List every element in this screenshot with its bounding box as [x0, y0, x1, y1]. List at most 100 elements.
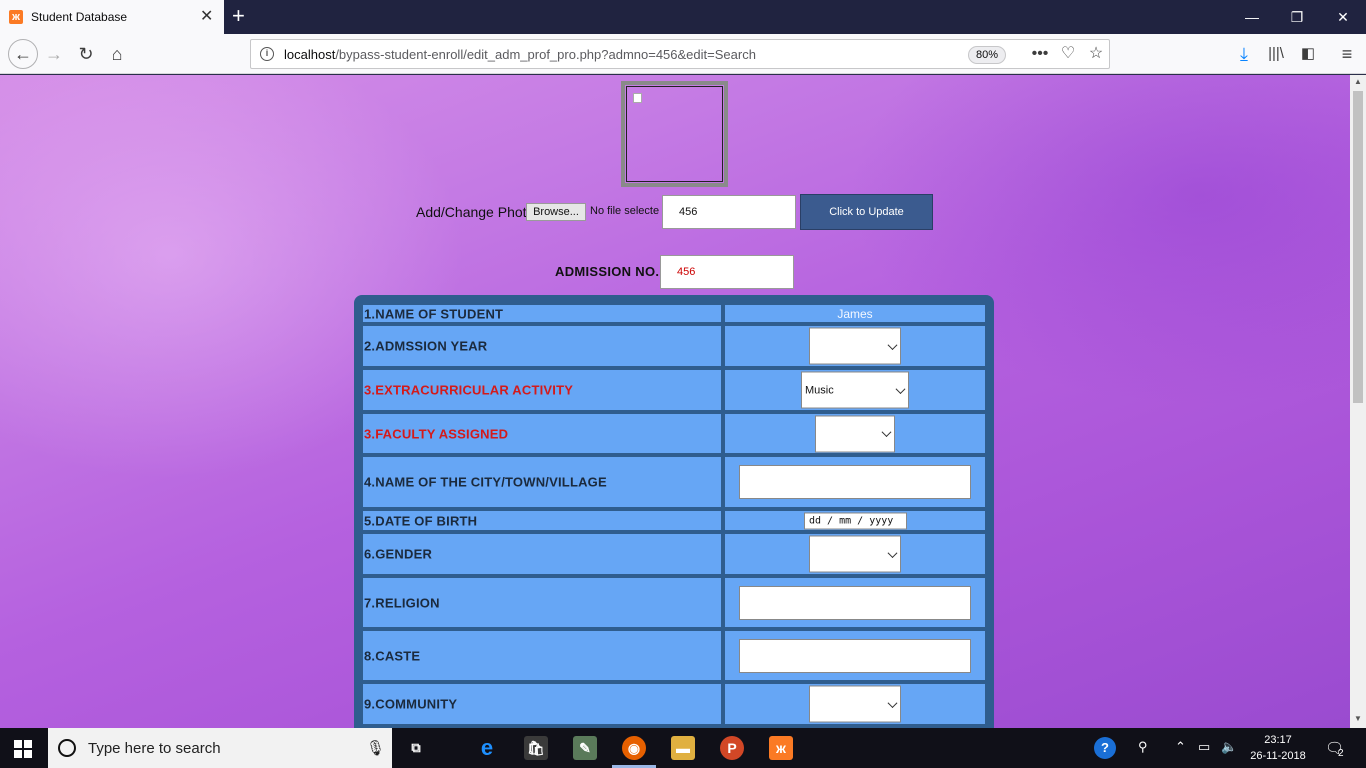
url-path: /bypass-student-enroll/edit_adm_prof_pro… [335, 47, 756, 62]
page-content: Add/Change Photo Browse... No file selec… [0, 75, 1350, 728]
row-faculty-assigned: 3.FACULTY ASSIGNED [363, 414, 985, 453]
student-name-value[interactable]: James [725, 307, 985, 321]
more-icon[interactable]: ••• [1030, 45, 1050, 63]
scroll-thumb[interactable] [1353, 91, 1363, 403]
label-cell: 7.RELIGION [363, 578, 721, 627]
new-tab-button[interactable]: + [232, 4, 245, 28]
home-icon[interactable]: ⌂ [105, 42, 129, 66]
label-cell: 3.FACULTY ASSIGNED [363, 414, 721, 453]
back-icon[interactable]: ← [8, 39, 38, 69]
download-icon[interactable]: ⤓ [1232, 42, 1256, 66]
label-cell: 3.EXTRACURRICULAR ACTIVITY [363, 370, 721, 410]
faculty-select[interactable] [815, 415, 895, 452]
taskbar-search[interactable]: Type here to search 🎙 [48, 728, 392, 768]
field-label: 5.DATE OF BIRTH [364, 513, 478, 528]
admission-year-select[interactable] [809, 327, 901, 365]
restore-button[interactable]: ❐ [1282, 7, 1312, 27]
pocket-icon[interactable]: ♡ [1058, 45, 1078, 63]
chevron-up-icon[interactable]: ⌃ [1175, 739, 1186, 755]
value-cell: dd / mm / yyyy [725, 511, 985, 530]
sidebar-icon[interactable]: ◧ [1296, 42, 1320, 66]
photo-upload-label: Add/Change Photo [416, 204, 535, 220]
broken-image-icon [633, 93, 642, 103]
clock-time: 23:17 [1264, 734, 1292, 746]
label-cell: 5.DATE OF BIRTH [363, 511, 721, 530]
label-cell: 9.COMMUNITY [363, 684, 721, 724]
update-button[interactable]: Click to Update [800, 194, 933, 230]
city-input[interactable] [739, 465, 971, 499]
people-icon[interactable]: ⚲ [1138, 739, 1148, 755]
scroll-up-icon[interactable]: ▲ [1350, 75, 1366, 89]
religion-input[interactable] [739, 585, 971, 620]
window-close-button[interactable]: ✕ [1328, 7, 1358, 27]
cortana-icon [58, 739, 76, 757]
battery-icon[interactable]: ▭ [1198, 739, 1210, 755]
tab-close-icon[interactable]: ✕ [200, 7, 213, 27]
forward-icon[interactable]: → [42, 42, 66, 66]
tab-bar: ж Student Database ✕ + — ❐ ✕ [0, 0, 1366, 34]
value-cell [725, 326, 985, 366]
volume-icon[interactable]: 🔈 [1221, 739, 1237, 755]
windows-start-icon[interactable] [14, 740, 32, 758]
student-photo [621, 81, 728, 187]
row-extracurricular: 3.EXTRACURRICULAR ACTIVITY Music [363, 370, 985, 410]
value-cell [725, 414, 985, 453]
row-name-of-student: 1.NAME OF STUDENT James [363, 305, 985, 322]
library-icon[interactable]: |||\ [1264, 42, 1288, 66]
field-label: 3.EXTRACURRICULAR ACTIVITY [364, 382, 574, 398]
edge-icon[interactable]: e [475, 736, 499, 760]
minimize-button[interactable]: — [1237, 7, 1267, 27]
chevron-down-icon [887, 547, 898, 558]
scroll-down-icon[interactable]: ▼ [1350, 712, 1366, 726]
label-cell: 1.NAME OF STUDENT [363, 305, 721, 322]
task-view-icon[interactable]: ⧉ [404, 736, 428, 760]
dob-input[interactable]: dd / mm / yyyy [804, 512, 907, 529]
microphone-icon[interactable]: 🎙 [366, 739, 385, 757]
menu-icon[interactable]: ≡ [1335, 42, 1359, 66]
gender-select[interactable] [809, 535, 901, 573]
admission-no-input[interactable]: 456 [660, 255, 794, 289]
photo-admno-input[interactable]: 456 [662, 195, 796, 229]
no-file-text: No file selecte [590, 205, 660, 217]
value-cell: James [725, 305, 985, 322]
caste-input[interactable] [739, 638, 971, 673]
star-icon[interactable]: ☆ [1086, 45, 1106, 63]
url-bar[interactable]: i localhost/bypass-student-enroll/edit_a… [250, 39, 1110, 69]
row-admission-year: 2.ADMSSION YEAR [363, 326, 985, 366]
photo-border [626, 86, 723, 182]
value-cell [725, 631, 985, 680]
field-label: 7.RELIGION [364, 595, 440, 610]
notification-count: 2 [1338, 748, 1344, 759]
value-cell: Music [725, 370, 985, 410]
field-label: 1.NAME OF STUDENT [364, 306, 504, 321]
extracurricular-select[interactable]: Music [801, 371, 909, 409]
taskbar-clock[interactable]: 23:17 26-11-2018 [1248, 732, 1308, 764]
file-explorer-icon[interactable]: ▬ [671, 736, 695, 760]
firefox-icon[interactable]: ◉ [622, 736, 646, 760]
community-select[interactable] [809, 685, 901, 723]
field-label: 8.CASTE [364, 648, 421, 663]
zoom-indicator[interactable]: 80% [968, 46, 1006, 64]
reload-icon[interactable]: ↻ [74, 42, 98, 66]
value-cell [725, 578, 985, 627]
navigation-toolbar: ← → ↻ ⌂ i localhost/bypass-student-enrol… [0, 34, 1366, 74]
label-cell: 2.ADMSSION YEAR [363, 326, 721, 366]
powerpoint-icon[interactable]: P [720, 736, 744, 760]
info-icon[interactable]: i [260, 47, 274, 61]
value-cell [725, 457, 985, 507]
tab-student-database[interactable]: ж Student Database ✕ [0, 0, 224, 34]
label-cell: 6.GENDER [363, 534, 721, 574]
browse-button[interactable]: Browse... [526, 203, 586, 221]
search-placeholder: Type here to search [88, 740, 221, 757]
page-scrollbar[interactable]: ▲ ▼ [1350, 75, 1366, 728]
xampp-icon[interactable]: ж [769, 736, 793, 760]
url-text[interactable]: localhost/bypass-student-enroll/edit_adm… [284, 47, 756, 62]
label-cell: 8.CASTE [363, 631, 721, 680]
store-icon[interactable]: 🛍 [524, 736, 548, 760]
help-icon[interactable]: ? [1094, 737, 1116, 759]
tab-title: Student Database [31, 10, 128, 24]
label-cell: 4.NAME OF THE CITY/TOWN/VILLAGE [363, 457, 721, 507]
evernote-icon[interactable]: ✎ [573, 736, 597, 760]
chevron-down-icon [895, 383, 906, 394]
row-caste: 8.CASTE [363, 631, 985, 680]
